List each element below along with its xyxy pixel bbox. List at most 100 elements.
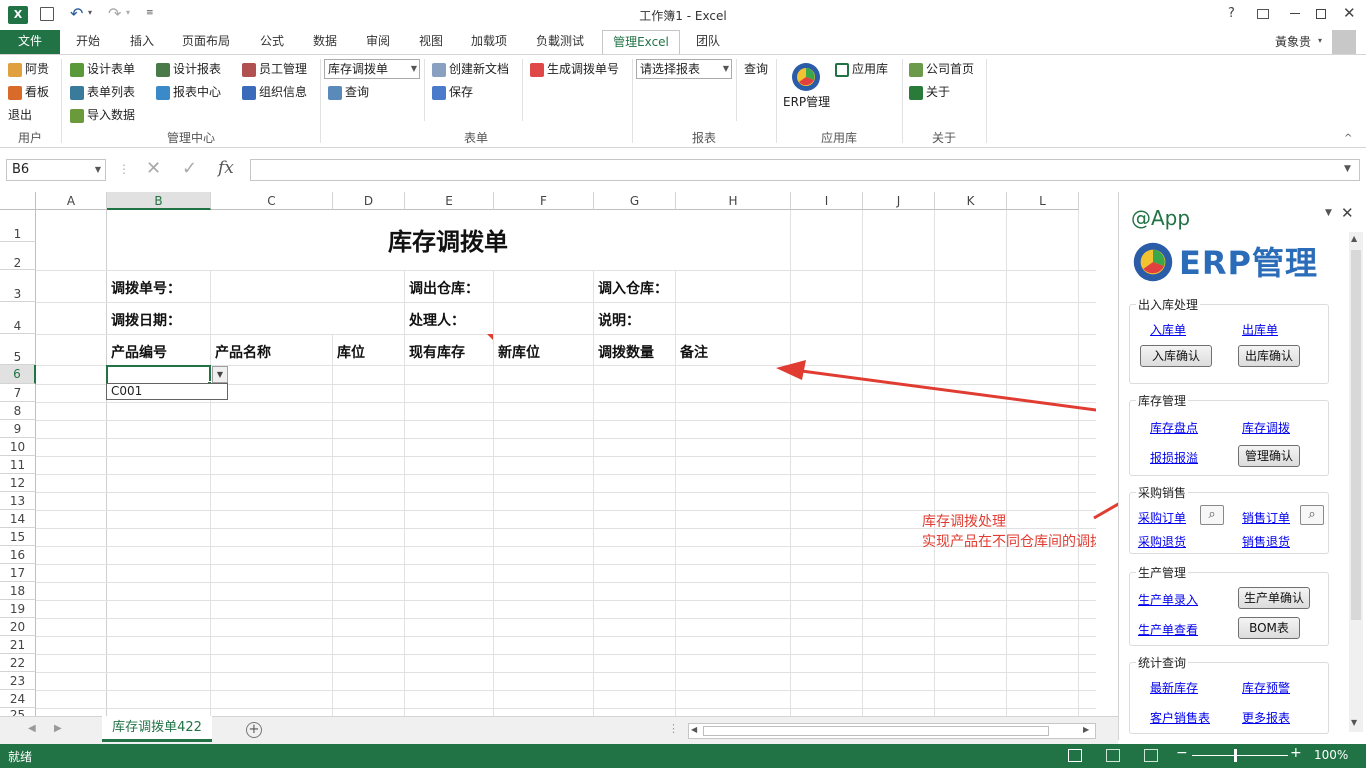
org-info-button[interactable]: 组织信息 (242, 82, 307, 102)
new-document-button[interactable]: 创建新文档 (432, 59, 509, 79)
separator (736, 59, 737, 121)
scroll-right-icon[interactable]: ▶ (1083, 725, 1089, 734)
separator (522, 59, 523, 121)
avatar[interactable] (1332, 30, 1356, 54)
tab-view[interactable]: 视图 (415, 30, 447, 54)
expand-formula-icon[interactable]: ▼ (1344, 164, 1351, 174)
page-layout-view-icon[interactable] (1106, 749, 1120, 762)
link-sales-return[interactable]: 销售退货 (1242, 533, 1290, 550)
prev-sheet-icon[interactable]: ◀ (28, 723, 36, 734)
generate-transfer-no-button[interactable]: 生成调拨单号 (530, 59, 619, 79)
report-select[interactable]: 请选择报表 ▼ (636, 59, 732, 79)
link-purchase-return[interactable]: 采购退货 (1138, 533, 1186, 550)
form-select[interactable]: 库存调拨单 ▼ (324, 59, 420, 79)
zoom-slider-thumb[interactable] (1234, 749, 1237, 762)
link-purchase-order[interactable]: 采购订单 (1138, 509, 1186, 526)
link-sales-order[interactable]: 销售订单 (1242, 509, 1290, 526)
erp-logo-icon[interactable] (790, 61, 822, 93)
design-report-button[interactable]: 设计报表 (156, 59, 221, 79)
dashboard-button[interactable]: 看板 (8, 82, 49, 102)
tab-home[interactable]: 开始 (72, 30, 104, 54)
stock-in-confirm-button[interactable]: 入库确认 (1140, 345, 1212, 367)
erp-mgmt-button[interactable]: ERP管理 (783, 92, 830, 112)
task-pane-close-icon[interactable]: ✕ (1341, 204, 1354, 222)
report-center-button[interactable]: 报表中心 (156, 82, 221, 102)
link-more-reports[interactable]: 更多报表 (1242, 709, 1290, 726)
scroll-thumb[interactable] (703, 726, 1049, 736)
company-home-button[interactable]: 公司首页 (909, 59, 974, 79)
close-icon[interactable]: ✕ (1343, 4, 1356, 22)
stock-out-confirm-button[interactable]: 出库确认 (1238, 345, 1300, 367)
scroll-thumb[interactable] (1351, 250, 1361, 620)
zoom-in-icon[interactable]: + (1290, 745, 1302, 761)
link-stock-out[interactable]: 出库单 (1242, 321, 1278, 338)
task-pane-options-icon[interactable]: ▼ (1325, 208, 1332, 218)
import-data-button[interactable]: 导入数据 (70, 105, 135, 125)
formula-input[interactable] (250, 159, 1360, 181)
save-button[interactable]: 保存 (432, 82, 473, 102)
horizontal-scrollbar[interactable]: ◀ ▶ (688, 723, 1096, 739)
tab-insert[interactable]: 插入 (126, 30, 158, 54)
zoom-level[interactable]: 100% (1314, 748, 1348, 762)
name-box[interactable]: B6 ▼ (6, 159, 106, 181)
scroll-left-icon[interactable]: ◀ (691, 725, 697, 734)
user-name[interactable]: 黃象贵 (1275, 33, 1311, 50)
add-sheet-icon[interactable]: + (246, 722, 262, 738)
employee-mgmt-button[interactable]: 员工管理 (242, 59, 307, 79)
link-stock-transfer[interactable]: 库存调拨 (1242, 419, 1290, 436)
about-button[interactable]: 关于 (909, 82, 950, 102)
tab-manage-excel[interactable]: 管理Excel (602, 30, 680, 55)
link-customer-sales[interactable]: 客户销售表 (1150, 709, 1210, 726)
tab-data[interactable]: 数据 (309, 30, 341, 54)
collapse-ribbon-icon[interactable]: ^ (1344, 133, 1352, 144)
enter-icon[interactable]: ✓ (182, 158, 197, 179)
task-pane-scrollbar[interactable]: ▲ ▼ (1349, 232, 1363, 732)
tab-page-layout[interactable]: 页面布局 (178, 30, 234, 54)
form-list-button[interactable]: 表单列表 (70, 82, 135, 102)
section-title: 出入库处理 (1136, 296, 1201, 313)
link-production-view[interactable]: 生产单查看 (1138, 621, 1198, 638)
link-stock-count[interactable]: 库存盘点 (1150, 419, 1198, 436)
normal-view-icon[interactable] (1068, 749, 1082, 762)
form-query-button[interactable]: 查询 (328, 82, 369, 102)
search-icon[interactable]: ⌕ (1300, 505, 1324, 525)
scroll-down-icon[interactable]: ▼ (1351, 718, 1357, 727)
link-latest-stock[interactable]: 最新库存 (1150, 679, 1198, 696)
help-icon[interactable]: ? (1228, 6, 1235, 21)
ribbon-display-icon[interactable] (1257, 9, 1269, 19)
zoom-slider[interactable] (1192, 755, 1288, 756)
link-production-entry[interactable]: 生产单录入 (1138, 591, 1198, 608)
maximize-icon[interactable] (1316, 9, 1326, 19)
sheet-tab-active[interactable]: 库存调拨单422 (102, 716, 212, 742)
production-confirm-button[interactable]: 生产单确认 (1238, 587, 1310, 609)
tab-load-test[interactable]: 负載测试 (532, 30, 588, 54)
zoom-out-icon[interactable]: − (1176, 745, 1188, 761)
cancel-icon[interactable]: ✕ (146, 158, 161, 179)
link-stock-in[interactable]: 入库单 (1150, 321, 1186, 338)
group-label-user: 用户 (17, 131, 42, 145)
minimize-icon[interactable] (1290, 13, 1300, 14)
tab-team[interactable]: 团队 (692, 30, 724, 54)
tab-file[interactable]: 文件 (0, 30, 60, 54)
link-stock-warning[interactable]: 库存预警 (1242, 679, 1290, 696)
user-icon (8, 62, 22, 77)
tab-review[interactable]: 审阅 (362, 30, 394, 54)
app-library-button[interactable]: 应用库 (835, 59, 888, 79)
scroll-up-icon[interactable]: ▲ (1351, 234, 1357, 243)
logout-button[interactable]: 退出 (8, 105, 32, 125)
search-icon[interactable]: ⌕ (1200, 505, 1224, 525)
split-handle-icon[interactable]: ⋮ (668, 722, 679, 735)
user-dropdown-icon[interactable]: ▾ (1318, 36, 1322, 45)
report-query-button[interactable]: 查询 (744, 59, 768, 79)
user-button[interactable]: 阿贵 (8, 59, 49, 79)
bom-button[interactable]: BOM表 (1238, 617, 1300, 639)
page-break-view-icon[interactable] (1144, 749, 1158, 762)
design-form-button[interactable]: 设计表单 (70, 59, 135, 79)
link-loss-overflow[interactable]: 报损报溢 (1150, 449, 1198, 466)
section-title: 生产管理 (1136, 564, 1189, 581)
function-icon[interactable]: fx (218, 158, 234, 178)
tab-formulas[interactable]: 公式 (256, 30, 288, 54)
next-sheet-icon[interactable]: ▶ (54, 723, 62, 734)
mgmt-confirm-button[interactable]: 管理确认 (1238, 445, 1300, 467)
tab-addins[interactable]: 加载项 (467, 30, 511, 54)
